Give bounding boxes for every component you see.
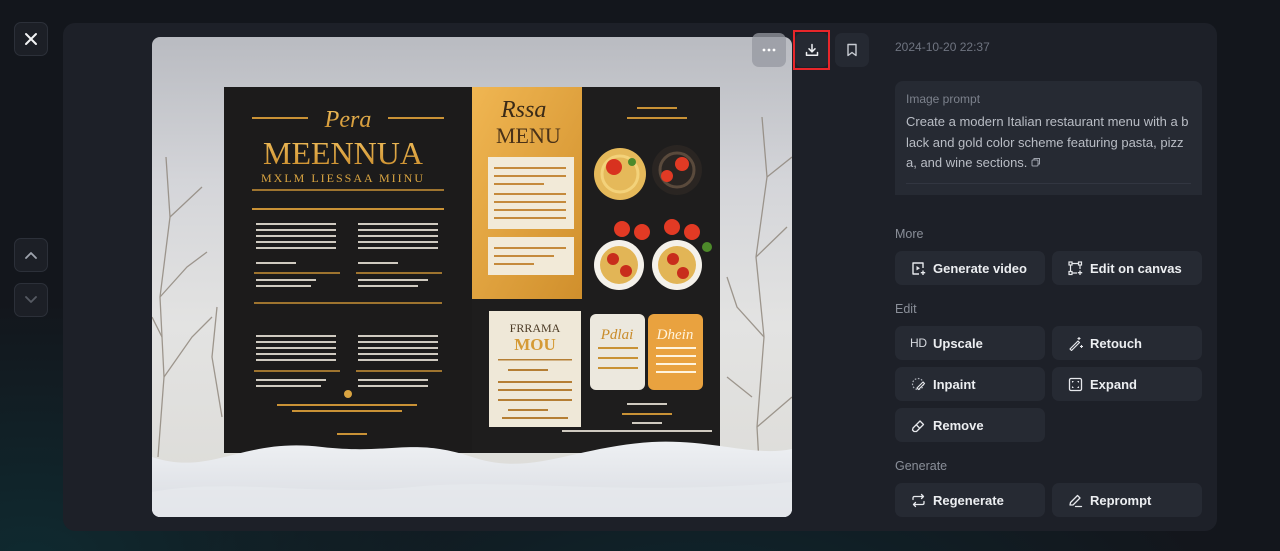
more-horizontal-icon — [762, 48, 776, 52]
close-button[interactable] — [14, 22, 48, 56]
close-icon — [25, 33, 37, 45]
prompt-divider — [906, 183, 1191, 184]
generate-video-label: Generate video — [933, 260, 1027, 276]
remove-button[interactable]: Remove — [895, 408, 1045, 442]
eraser-icon — [910, 417, 926, 433]
bookmark-button[interactable] — [835, 33, 869, 67]
menu-small-card-1 — [590, 314, 645, 390]
upscale-button[interactable]: HD Upscale — [895, 326, 1045, 360]
menu-subline: MXLM LIESSAA MIINU — [261, 171, 425, 185]
bookmark-icon — [847, 43, 857, 57]
edit-on-canvas-button[interactable]: Edit on canvas — [1052, 251, 1202, 285]
retouch-button[interactable]: Retouch — [1052, 326, 1202, 360]
menu-card-title: FRRAMA — [510, 321, 561, 335]
inpaint-label: Inpaint — [933, 376, 976, 392]
menu-headline: MEENNUA — [263, 135, 423, 171]
remove-label: Remove — [933, 417, 984, 433]
branch-left — [152, 156, 223, 458]
expand-icon — [1067, 376, 1083, 392]
expand-label: Expand — [1090, 376, 1137, 392]
pencil-icon — [1067, 492, 1083, 508]
menu-right-script: Rssa — [500, 97, 546, 123]
video-plus-icon — [910, 260, 926, 276]
inpaint-button[interactable]: Inpaint — [895, 367, 1045, 401]
generated-image[interactable]: Pera MEENNUA MXLM LIESSAA MIINU Rssa MEN… — [152, 37, 792, 517]
image-prompt-box: Image prompt Create a modern Italian res… — [895, 81, 1202, 195]
menu-card-subtitle: MOU — [514, 335, 556, 354]
upscale-label: Upscale — [933, 335, 983, 351]
prompt-text-wrap: Create a modern Italian restaurant menu … — [906, 112, 1191, 174]
chevron-up-icon — [25, 252, 37, 259]
reprompt-label: Reprompt — [1090, 492, 1152, 508]
section-label-edit: Edit — [895, 302, 917, 316]
menu-illustration: Pera MEENNUA MXLM LIESSAA MIINU Rssa MEN… — [152, 87, 792, 517]
retouch-label: Retouch — [1090, 335, 1142, 351]
repeat-icon — [910, 492, 926, 508]
menu-script-heading: Pera — [324, 107, 372, 133]
next-image-button[interactable] — [14, 283, 48, 317]
small-card-1-title: Pdlai — [600, 327, 634, 343]
menu-right-title: MENU — [496, 123, 561, 148]
download-button[interactable] — [795, 33, 829, 67]
regenerate-label: Regenerate — [933, 492, 1004, 508]
expand-button[interactable]: Expand — [1052, 367, 1202, 401]
hd-icon: HD — [910, 336, 927, 350]
previous-image-button[interactable] — [14, 238, 48, 272]
download-icon — [805, 43, 819, 57]
edit-on-canvas-label: Edit on canvas — [1090, 260, 1182, 276]
chevron-down-icon — [25, 296, 37, 303]
prompt-text: Create a modern Italian restaurant menu … — [906, 114, 1189, 170]
copy-icon[interactable] — [1031, 153, 1041, 174]
prompt-label: Image prompt — [906, 92, 981, 106]
generate-video-button[interactable]: Generate video — [895, 251, 1045, 285]
timestamp: 2024-10-20 22:37 — [895, 40, 990, 54]
magic-wand-icon — [1067, 335, 1083, 351]
section-label-generate: Generate — [895, 459, 948, 473]
small-card-2-title: Dhein — [656, 327, 694, 343]
more-options-button[interactable] — [752, 33, 786, 67]
menu-small-card-2 — [648, 314, 703, 390]
inpaint-brush-icon — [910, 376, 926, 392]
regenerate-button[interactable]: Regenerate — [895, 483, 1045, 517]
section-label-more: More — [895, 227, 924, 241]
reprompt-button[interactable]: Reprompt — [1052, 483, 1202, 517]
canvas-edit-icon — [1067, 260, 1083, 276]
